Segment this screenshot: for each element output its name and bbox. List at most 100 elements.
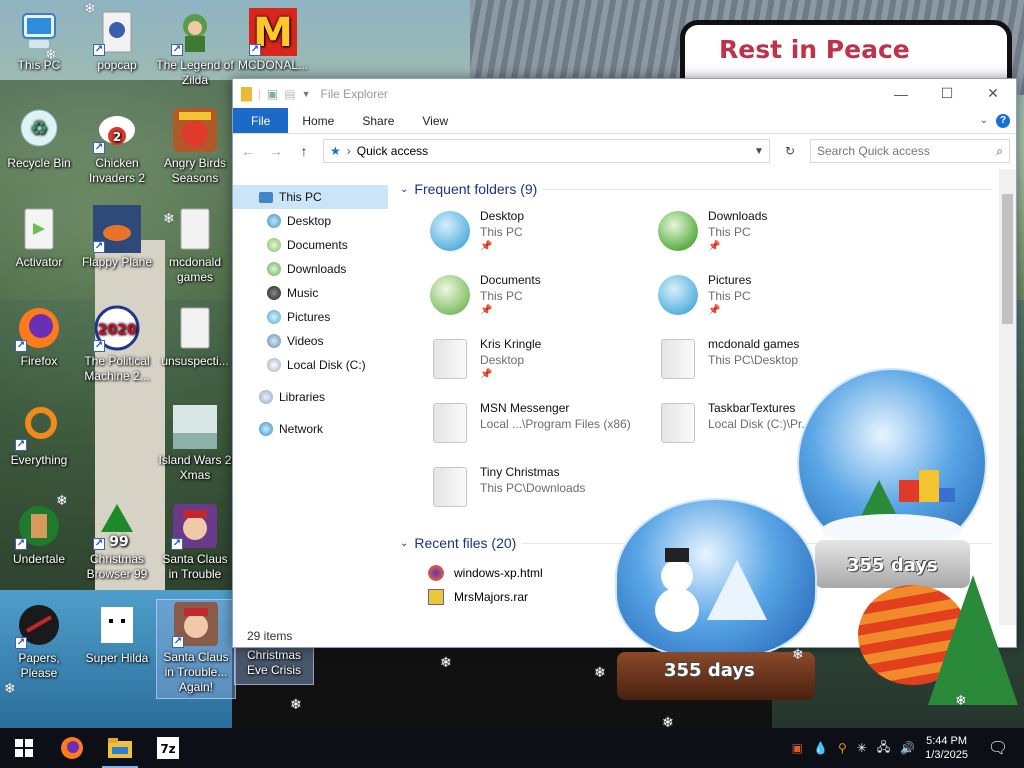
nav-item-desktop[interactable]: Desktop [233, 209, 388, 233]
clock[interactable]: 5:44 PM 1/3/2025 [925, 734, 968, 762]
desktop-icon-mcdonal[interactable]: M ↗ MCDONAL... [234, 8, 312, 73]
folder-icon [171, 304, 219, 352]
folder-icon [15, 205, 63, 253]
back-arrow-icon[interactable]: ← [239, 143, 257, 159]
search-ring-icon[interactable]: ⚲ [838, 741, 847, 755]
taskbar-firefox[interactable] [48, 728, 96, 768]
nav-item-downloads[interactable]: Downloads [233, 257, 388, 281]
minimize-button[interactable]: — [878, 79, 924, 108]
desktop-icon-political-machine[interactable]: 2020 ↗ The Political Machine 2... [78, 304, 156, 384]
refresh-icon[interactable]: ↻ [780, 144, 800, 158]
icon-label: Santa Claus in Trouble... Again! [163, 650, 229, 694]
scrollbar-thumb[interactable] [1002, 194, 1013, 324]
search-icon: ⌕ [996, 143, 1003, 158]
desktop-icon-recycle-bin[interactable]: ♻ Recycle Bin [0, 106, 78, 171]
taskbar-7zip[interactable]: 7z [144, 728, 192, 768]
water-drop-icon[interactable]: 💧 [813, 741, 828, 755]
folder-tile-pictures[interactable]: Pictures This PC 📌 [656, 273, 884, 327]
desktop-icon-angry-birds-seasons[interactable]: Angry Birds Seasons [156, 106, 234, 186]
title-bar[interactable]: ▇ | ▣ ▤ ▼ File Explorer — ☐ ✕ [233, 79, 1016, 108]
tab-share[interactable]: Share [348, 108, 408, 133]
maximize-button[interactable]: ☐ [924, 79, 970, 108]
desktop-icon-papers-please[interactable]: ↗ Papers, Please [0, 601, 78, 681]
desktop-icon-legend-of-zilda[interactable]: ↗ The Legend of Zilda [156, 8, 234, 88]
desktop-icon-chicken-invaders-2[interactable]: 2 ↗ Chicken Invaders 2 [78, 106, 156, 186]
network-icon[interactable]: 🖧 [877, 738, 890, 759]
chevron-down-icon[interactable]: ▼ [749, 146, 769, 157]
desktop-icon-flappy-plane[interactable]: ↗ Flappy Plane [78, 205, 156, 270]
tab-home[interactable]: Home [288, 108, 348, 133]
icon-label: Recycle Bin [7, 156, 71, 170]
help-icon[interactable]: ? [996, 113, 1010, 128]
folder-icon [433, 467, 467, 507]
nav-item-documents[interactable]: Documents [233, 233, 388, 257]
snow-globe-gifts [797, 368, 987, 558]
taskbar: 7z ▣ 💧 ⚲ ✳ 🖧 🔊 5:44 PM 1/3/2025 🗨 [0, 728, 1024, 768]
breadcrumb-quick-access[interactable]: Quick access [357, 144, 428, 158]
folder-tile-downloads[interactable]: Downloads This PC 📌 [656, 209, 884, 263]
island-icon [171, 403, 219, 451]
nav-label: This PC [279, 190, 322, 204]
folder-tile-desktop[interactable]: Desktop This PC 📌 [428, 209, 656, 263]
nav-item-videos[interactable]: Videos [233, 329, 388, 353]
desktop-icon-christmas-browser-99[interactable]: 99 ↗ Christmas Browser 99 [78, 502, 156, 582]
icon-label: Santa Claus in Trouble [162, 552, 228, 581]
taskbar-file-explorer[interactable] [96, 728, 144, 768]
desktop-icon-firefox[interactable]: ↗ Firefox [0, 304, 78, 369]
nav-item-network[interactable]: Network [233, 417, 388, 441]
tab-view[interactable]: View [408, 108, 462, 133]
nav-item-libraries[interactable]: Libraries [233, 385, 388, 409]
folder-icon [108, 738, 132, 758]
desktop-icon-christmas-eve-crisis[interactable]: Christmas Eve Crisis [234, 647, 314, 685]
chevron-down-icon[interactable]: ▼ [302, 89, 311, 99]
desktop-icon-island-wars-2-xmas[interactable]: Island Wars 2 Xmas [156, 403, 234, 483]
vertical-scrollbar[interactable] [999, 169, 1016, 625]
frequent-folders-header[interactable]: ⌄ Frequent folders (9) [400, 179, 1016, 199]
start-button[interactable] [0, 728, 48, 768]
folder-tile-msn-messenger[interactable]: MSN Messenger Local ...\Program Files (x8… [428, 401, 656, 455]
breadcrumb-separator-icon: › [346, 144, 351, 158]
windows-logo-icon [15, 739, 33, 757]
tab-file[interactable]: File [233, 108, 289, 133]
desktop-icon-undertale[interactable]: ↗ Undertale [0, 502, 78, 567]
nav-label: Desktop [287, 214, 332, 228]
desktop-icon-activator[interactable]: Activator [0, 205, 78, 270]
desktop-icon-unsuspecti[interactable]: unsuspecti... [156, 304, 234, 369]
clock-date: 1/3/2025 [925, 749, 968, 761]
nav-item-this-pc[interactable]: This PC [233, 185, 388, 209]
desktop-icon-everything[interactable]: ↗ Everything [0, 403, 78, 468]
santa-icon: ↗ [172, 600, 220, 648]
desktop-icon-super-hilda[interactable]: Super Hilda [78, 601, 156, 666]
close-button[interactable]: ✕ [970, 79, 1016, 108]
desktop-icon-santa-claus-in-trouble[interactable]: ↗ Santa Claus in Trouble [156, 502, 234, 582]
nav-item-local-disk[interactable]: Local Disk (C:) [233, 353, 388, 377]
search-input[interactable]: Search Quick access ⌕ [810, 139, 1010, 163]
downloads-icon [267, 262, 281, 276]
desktop-icon-this-pc[interactable]: This PC [0, 8, 78, 73]
folder-tile-kris-kringle[interactable]: Kris Kringle Desktop 📌 [428, 337, 656, 391]
new-folder-icon[interactable]: ▤ [284, 87, 295, 101]
nav-item-pictures[interactable]: Pictures [233, 305, 388, 329]
desktop-icon-santa-claus-in-trouble-again[interactable]: ↗ Santa Claus in Trouble... Again! [156, 599, 236, 699]
up-arrow-icon[interactable]: ↑ [295, 143, 313, 159]
computer-icon [259, 191, 273, 203]
expand-ribbon-icon[interactable]: ⌄ [980, 115, 988, 126]
tray-app-icon[interactable]: ▣ [792, 741, 803, 755]
nav-item-music[interactable]: Music [233, 281, 388, 305]
snowflake-icon: ❄ [45, 46, 57, 62]
snowflake-tray-icon[interactable]: ✳ [857, 741, 867, 755]
videos-icon [267, 334, 281, 348]
action-center-icon[interactable]: 🗨 [978, 738, 1018, 758]
forward-arrow-icon[interactable]: → [267, 143, 285, 159]
desktop-icon [267, 214, 281, 228]
nav-label: Libraries [279, 390, 326, 404]
group-title: Recent files (20) [414, 535, 517, 551]
folder-icon [661, 403, 695, 443]
volume-icon[interactable]: 🔊 [900, 741, 915, 755]
desktop-icon-popcap[interactable]: ↗ popcap [78, 8, 156, 73]
properties-icon[interactable]: ▣ [267, 87, 278, 101]
quick-access-toolbar: ▇ | ▣ ▤ ▼ [241, 85, 311, 101]
address-bar[interactable]: ★ › Quick access ▼ [323, 139, 770, 163]
folder-tile-documents[interactable]: Documents This PC 📌 [428, 273, 656, 327]
icon-label: The Political Machine 2... [84, 354, 150, 383]
